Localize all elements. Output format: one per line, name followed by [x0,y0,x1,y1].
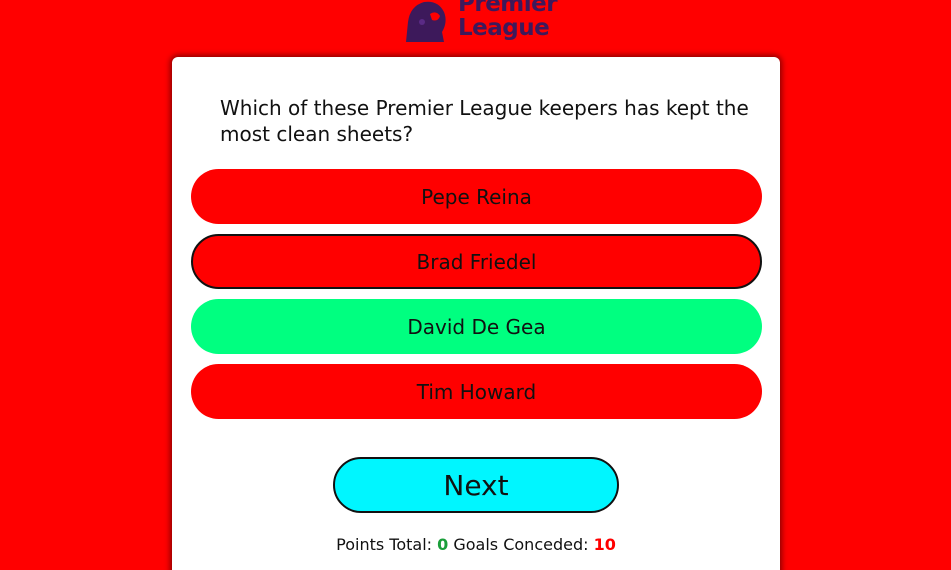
score-bar: Points Total: 0 Goals Conceded: 10 [172,535,780,554]
answer-label: Pepe Reina [421,184,532,209]
next-button[interactable]: Next [333,457,619,513]
premier-league-logo: Premier League [400,0,560,44]
logo-line-1: Premier [458,0,558,17]
goals-value: 10 [593,535,616,554]
answer-label: Brad Friedel [416,249,537,274]
answer-label: Tim Howard [416,379,537,404]
answer-option-3[interactable]: David De Gea [191,299,762,354]
answer-option-4[interactable]: Tim Howard [191,364,762,419]
answer-option-1[interactable]: Pepe Reina [191,169,762,224]
lion-icon [406,1,446,42]
logo-line-2: League [458,15,550,41]
answer-label: David De Gea [407,314,546,339]
answer-option-2[interactable]: Brad Friedel [191,234,762,289]
quiz-card: Which of these Premier League keepers ha… [172,57,780,570]
points-value: 0 [437,535,449,554]
next-button-label: Next [443,468,509,502]
question-text: Which of these Premier League keepers ha… [220,96,749,146]
goals-label: Goals Conceded: [453,535,589,554]
page: Premier League Which of these Premier Le… [0,0,951,570]
points-label: Points Total: [336,535,433,554]
logo-wordmark: Premier League [458,0,558,41]
